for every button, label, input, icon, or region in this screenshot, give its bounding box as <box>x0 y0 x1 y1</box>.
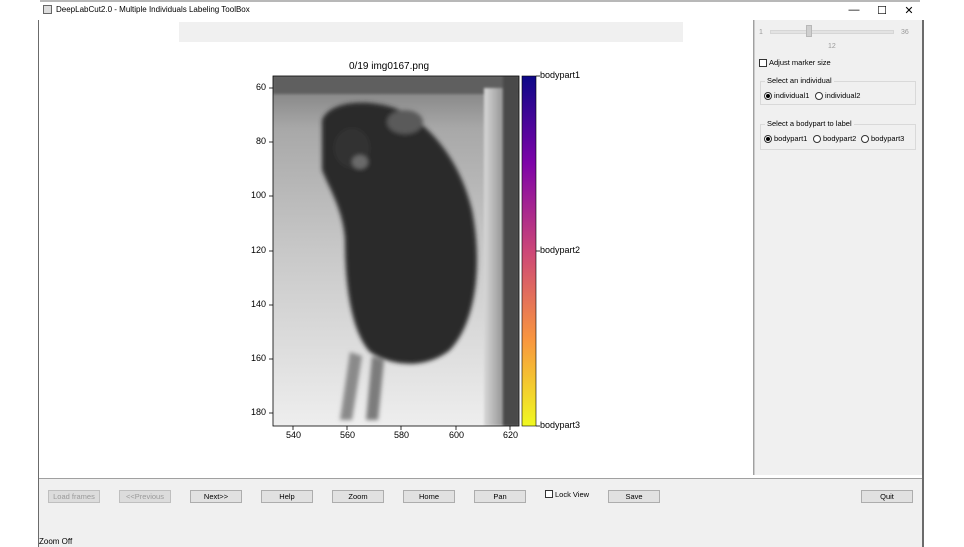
zoom-button[interactable]: Zoom <box>332 490 384 503</box>
radio-bodypart1[interactable] <box>764 135 772 143</box>
lock-view-checkbox[interactable] <box>545 490 553 498</box>
y-tick-label: 120 <box>251 245 267 255</box>
radio-bodypart2[interactable] <box>813 135 821 143</box>
y-tick-label: 140 <box>251 299 267 309</box>
y-tick-label: 100 <box>251 190 267 200</box>
radio-bodypart2-label[interactable]: bodypart2 <box>823 134 856 143</box>
slider-min-label: 1 <box>759 29 763 36</box>
radio-individual2[interactable] <box>815 92 823 100</box>
slider-value-label: 12 <box>828 43 836 50</box>
colorbar-label: bodypart3 <box>540 420 581 430</box>
marker-size-slider-track[interactable] <box>770 30 894 34</box>
radio-bodypart3-label[interactable]: bodypart3 <box>871 134 904 143</box>
plot-title: 0/19 img0167.png <box>349 61 430 72</box>
x-tick-label: 560 <box>340 430 356 440</box>
y-tick-label: 160 <box>251 353 267 363</box>
radio-individual1[interactable] <box>764 92 772 100</box>
y-tick-label: 180 <box>251 407 267 417</box>
pan-button[interactable]: Pan <box>474 490 526 503</box>
x-tick-label: 600 <box>449 430 465 440</box>
next-button[interactable]: Next>> <box>190 490 242 503</box>
load-frames-button[interactable]: Load frames <box>48 490 100 503</box>
y-tick-label: 60 <box>256 82 267 92</box>
radio-bodypart3[interactable] <box>861 135 869 143</box>
radio-individual2-label[interactable]: individual2 <box>825 91 860 100</box>
colorbar-label: bodypart1 <box>540 70 581 80</box>
status-bar <box>39 535 922 547</box>
radio-individual1-label[interactable]: individual1 <box>774 91 809 100</box>
colorbar <box>521 75 537 427</box>
x-tick-label: 620 <box>503 430 519 440</box>
status-text: Zoom Off <box>39 537 73 546</box>
x-tick-label: 580 <box>394 430 410 440</box>
bodypart-group-title: Select a bodypart to label <box>765 119 854 128</box>
y-axis-ticks <box>269 87 273 414</box>
video-frame-image <box>273 76 519 426</box>
marker-size-slider-thumb[interactable] <box>806 25 812 37</box>
individual-group-title: Select an individual <box>765 76 834 85</box>
quit-button[interactable]: Quit <box>861 490 913 503</box>
adjust-marker-label: Adjust marker size <box>769 58 831 67</box>
previous-button[interactable]: <<Previous <box>119 490 171 503</box>
slider-max-label: 36 <box>901 29 909 36</box>
colorbar-label: bodypart2 <box>540 245 581 255</box>
bottom-button-panel <box>39 479 922 535</box>
save-button[interactable]: Save <box>608 490 660 503</box>
y-tick-label: 80 <box>256 136 267 146</box>
home-button[interactable]: Home <box>403 490 455 503</box>
lock-view-label[interactable]: Lock View <box>555 490 589 499</box>
adjust-marker-checkbox[interactable] <box>759 59 767 67</box>
radio-bodypart1-label[interactable]: bodypart1 <box>774 134 807 143</box>
x-tick-label: 540 <box>286 430 302 440</box>
help-button[interactable]: Help <box>261 490 313 503</box>
